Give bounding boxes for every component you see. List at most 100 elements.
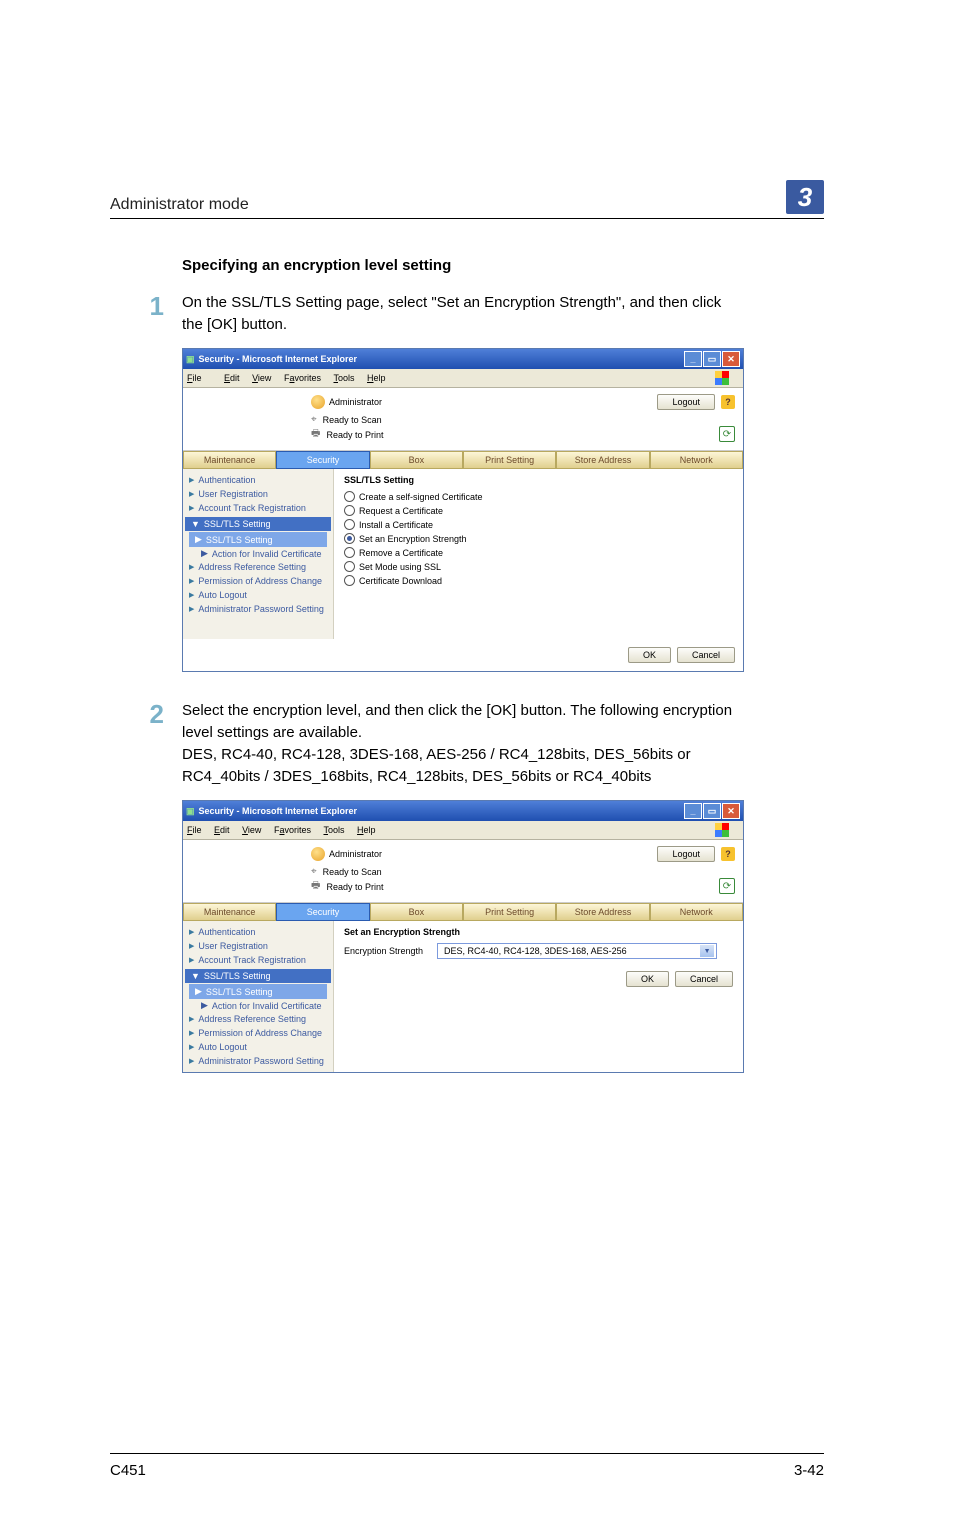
close-button[interactable]: ✕ (722, 803, 740, 819)
logout-button[interactable]: Logout (657, 394, 715, 410)
sidebar-item-admin-password[interactable]: ▶Administrator Password Setting (183, 602, 333, 616)
tab-print-setting[interactable]: Print Setting (463, 903, 556, 921)
sidebar-item-auto-logout[interactable]: ▶Auto Logout (183, 1040, 333, 1054)
tab-store-address[interactable]: Store Address (556, 451, 649, 469)
minimize-button[interactable]: _ (684, 351, 702, 367)
menu-file[interactable]: File (187, 373, 212, 383)
restore-button[interactable]: ▭ (703, 803, 721, 819)
radio-download-cert[interactable] (344, 575, 355, 586)
sidebar-item-account-track[interactable]: ▶Account Track Registration (183, 501, 333, 515)
sidebar-cat-ssl[interactable]: ▼SSL/TLS Setting (185, 517, 331, 531)
panel-title: SSL/TLS Setting (344, 475, 733, 485)
refresh-icon[interactable]: ⟳ (719, 878, 735, 894)
sidebar-sub-ssl[interactable]: ▶SSL/TLS Setting (189, 984, 327, 999)
ok-button[interactable]: OK (628, 647, 671, 663)
menu-tools[interactable]: Tools (334, 373, 355, 383)
ie-flag-icon (715, 371, 729, 385)
menubar: File Edit View Favorites Tools Help (183, 369, 743, 388)
option-set-mode: Set Mode using SSL (359, 562, 441, 572)
tab-network[interactable]: Network (650, 451, 743, 469)
sidebar-sub-ssl[interactable]: ▶SSL/TLS Setting (189, 532, 327, 547)
sidebar-item-permission[interactable]: ▶Permission of Address Change (183, 574, 333, 588)
menu-favorites[interactable]: Favorites (284, 373, 321, 383)
minimize-button[interactable]: _ (684, 803, 702, 819)
help-icon[interactable]: ? (721, 395, 735, 409)
sidebar-item-admin-password[interactable]: ▶Administrator Password Setting (183, 1054, 333, 1068)
main-panel: Set an Encryption Strength Encryption St… (334, 921, 743, 1072)
sidebar-item-address-ref[interactable]: ▶Address Reference Setting (183, 1012, 333, 1026)
close-button[interactable]: ✕ (722, 351, 740, 367)
ie-flag-icon (715, 823, 729, 837)
sidebar: ▶Authentication ▶User Registration ▶Acco… (183, 469, 334, 639)
menu-edit[interactable]: Edit (214, 825, 230, 835)
menu-tools[interactable]: Tools (324, 825, 345, 835)
radio-create-cert[interactable] (344, 491, 355, 502)
encryption-strength-select[interactable]: DES, RC4-40, RC4-128, 3DES-168, AES-256 … (437, 943, 717, 959)
tab-store-address[interactable]: Store Address (556, 903, 649, 921)
radio-remove-cert[interactable] (344, 547, 355, 558)
step-number-1: 1 (110, 292, 164, 336)
tab-print-setting[interactable]: Print Setting (463, 451, 556, 469)
sidebar-item-authentication[interactable]: ▶Authentication (183, 473, 333, 487)
ie-icon: ▣ (186, 806, 195, 816)
tab-box[interactable]: Box (370, 903, 463, 921)
admin-label: Administrator (329, 849, 382, 859)
sidebar-item-authentication[interactable]: ▶Authentication (183, 925, 333, 939)
radio-install-cert[interactable] (344, 519, 355, 530)
tabs-row: Maintenance Security Box Print Setting S… (183, 450, 743, 469)
sidebar-item-address-ref[interactable]: ▶Address Reference Setting (183, 560, 333, 574)
ok-button[interactable]: OK (626, 971, 669, 987)
sidebar-cat-ssl[interactable]: ▼SSL/TLS Setting (185, 969, 331, 983)
admin-icon (311, 847, 325, 861)
tab-maintenance[interactable]: Maintenance (183, 451, 276, 469)
menu-view[interactable]: View (242, 825, 261, 835)
menubar: File Edit View Favorites Tools Help (183, 821, 743, 840)
status-scan: Ready to Scan (323, 867, 382, 877)
radio-request-cert[interactable] (344, 505, 355, 516)
sidebar-item-permission[interactable]: ▶Permission of Address Change (183, 1026, 333, 1040)
sidebar-item-user-registration[interactable]: ▶User Registration (183, 939, 333, 953)
sidebar-item-user-registration[interactable]: ▶User Registration (183, 487, 333, 501)
menu-help[interactable]: Help (357, 825, 376, 835)
menu-favorites[interactable]: Favorites (274, 825, 311, 835)
sidebar-item-account-track[interactable]: ▶Account Track Registration (183, 953, 333, 967)
radio-set-encryption[interactable] (344, 533, 355, 544)
encryption-strength-label: Encryption Strength (344, 946, 423, 956)
menu-view[interactable]: View (252, 373, 271, 383)
footer-model: C451 (110, 1462, 146, 1479)
window-title: Security - Microsoft Internet Explorer (199, 354, 358, 364)
scanner-icon: ⌖ (311, 414, 317, 425)
tab-network[interactable]: Network (650, 903, 743, 921)
admin-label: Administrator (329, 397, 382, 407)
tab-box[interactable]: Box (370, 451, 463, 469)
step-text-2: Select the encryption level, and then cl… (182, 700, 742, 788)
titlebar: ▣Security - Microsoft Internet Explorer … (183, 349, 743, 369)
help-icon[interactable]: ? (721, 847, 735, 861)
screenshot-browser-1: ▣Security - Microsoft Internet Explorer … (182, 348, 744, 672)
sidebar: ▶Authentication ▶User Registration ▶Acco… (183, 921, 334, 1072)
refresh-icon[interactable]: ⟳ (719, 426, 735, 442)
logout-button[interactable]: Logout (657, 846, 715, 862)
printer-icon: 🖶 (311, 426, 320, 443)
restore-button[interactable]: ▭ (703, 351, 721, 367)
cancel-button[interactable]: Cancel (675, 971, 733, 987)
option-request: Request a Certificate (359, 506, 443, 516)
menu-edit[interactable]: Edit (224, 373, 240, 383)
cancel-button[interactable]: Cancel (677, 647, 735, 663)
section-number-badge: 3 (786, 180, 824, 214)
option-download: Certificate Download (359, 576, 442, 586)
admin-icon (311, 395, 325, 409)
scanner-icon: ⌖ (311, 866, 317, 877)
sidebar-item-action-invalid[interactable]: ▶Action for Invalid Certificate (195, 547, 333, 560)
panel-title: Set an Encryption Strength (344, 927, 733, 937)
menu-file[interactable]: File (187, 825, 202, 835)
sidebar-item-auto-logout[interactable]: ▶Auto Logout (183, 588, 333, 602)
tab-security[interactable]: Security (276, 903, 369, 921)
window-title: Security - Microsoft Internet Explorer (199, 806, 358, 816)
menu-help[interactable]: Help (367, 373, 386, 383)
tab-security[interactable]: Security (276, 451, 369, 469)
sidebar-item-action-invalid[interactable]: ▶Action for Invalid Certificate (195, 999, 333, 1012)
tab-maintenance[interactable]: Maintenance (183, 903, 276, 921)
radio-set-mode[interactable] (344, 561, 355, 572)
screenshot-browser-2: ▣Security - Microsoft Internet Explorer … (182, 800, 744, 1073)
